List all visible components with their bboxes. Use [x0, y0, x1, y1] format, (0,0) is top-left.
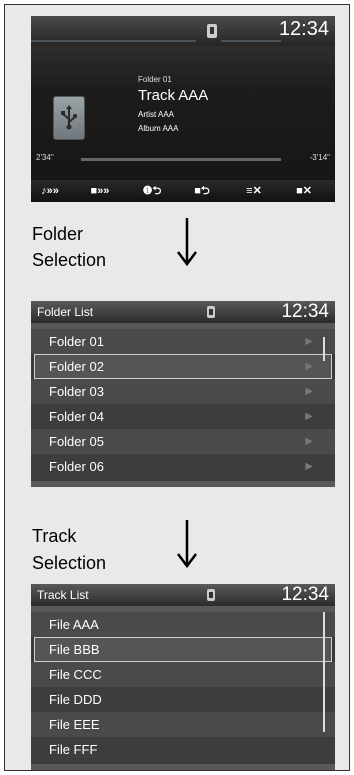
folder-rows: Folder 01 ▶ Folder 02 ▶ Folder 03 ▶ Folder …	[31, 329, 335, 479]
folder-list-header: Folder List 12:34	[31, 301, 335, 323]
list-item[interactable]: File FFF	[31, 737, 335, 762]
track-item-label: File BBB	[49, 642, 100, 657]
folder-list-title: Folder List	[37, 305, 94, 319]
caption-track-line1: Track	[32, 526, 77, 546]
caption-track-line2: Selection	[32, 553, 107, 573]
folder-seek-button[interactable]: ■»»	[83, 183, 117, 199]
list-item[interactable]: Folder 01 ▶	[31, 329, 335, 354]
list-bottom-band	[31, 481, 335, 487]
track-title: Track AAA	[138, 87, 209, 104]
chevron-right-icon: ▶	[305, 436, 313, 447]
chevron-right-icon: ▶	[305, 386, 313, 397]
track-item-label: File AAA	[49, 617, 99, 632]
chevron-right-icon: ▶	[305, 336, 313, 347]
folder-shuffle-button[interactable]: ■✕	[287, 183, 321, 199]
usb-status-icon	[207, 589, 215, 601]
list-item[interactable]: Folder 05 ▶	[31, 429, 335, 454]
list-bottom-band	[31, 764, 335, 770]
folder-item-label: Folder 03	[49, 384, 104, 399]
track-list-header: Track List 12:34	[31, 584, 335, 606]
progress-bar	[81, 158, 281, 161]
scrollbar[interactable]	[323, 337, 325, 361]
clock: 12:34	[278, 18, 329, 40]
scrollbar[interactable]	[323, 612, 325, 732]
down-arrow-icon	[177, 218, 197, 267]
shuffle-button[interactable]: ≡✕	[237, 183, 271, 199]
list-item[interactable]: Folder 06 ▶	[31, 454, 335, 479]
track-list-screen: Track List 12:34 File AAA File BBB File …	[31, 584, 335, 770]
caption-folder-line1: Folder	[32, 224, 84, 244]
elapsed-time: 2'34"	[36, 153, 54, 162]
folder-item-label: Folder 02	[49, 359, 104, 374]
chevron-right-icon: ▶	[305, 461, 313, 472]
status-line-right	[221, 40, 281, 42]
list-item[interactable]: Folder 04 ▶	[31, 404, 335, 429]
album-name: Album AAA	[138, 124, 179, 133]
list-item-selected[interactable]: File BBB	[34, 637, 332, 662]
track-item-label: File FFF	[49, 742, 98, 757]
chevron-right-icon: ▶	[305, 411, 313, 422]
track-item-label: File DDD	[49, 692, 102, 707]
down-arrow-icon	[177, 520, 197, 569]
list-item-selected[interactable]: Folder 02 ▶	[34, 354, 332, 379]
usb-source-icon	[53, 96, 85, 140]
folder-item-label: Folder 06	[49, 459, 104, 474]
folder-repeat-button[interactable]: ■⮌	[185, 183, 219, 199]
track-item-label: File EEE	[49, 717, 100, 732]
list-item[interactable]: File AAA	[31, 612, 335, 637]
usb-status-icon	[207, 24, 217, 38]
track-list-title: Track List	[37, 588, 89, 602]
repeat-one-button[interactable]: ❶⮌	[135, 183, 169, 199]
track-rows: File AAA File BBB File CCC File DDD File…	[31, 612, 335, 762]
folder-item-label: Folder 04	[49, 409, 104, 424]
list-item[interactable]: File CCC	[31, 662, 335, 687]
folder-name: Folder 01	[138, 75, 172, 84]
control-bar: ♪»» ■»» ❶⮌ ■⮌ ≡✕ ■✕	[31, 180, 335, 202]
track-seek-button[interactable]: ♪»»	[33, 183, 67, 199]
clock: 12:34	[281, 584, 329, 605]
folder-item-label: Folder 05	[49, 434, 104, 449]
clock: 12:34	[281, 301, 329, 322]
list-item[interactable]: Folder 03 ▶	[31, 379, 335, 404]
playback-screen: 12:34 Folder 01 Track AAA Artist AAA Alb…	[31, 16, 335, 202]
usb-status-icon	[207, 306, 215, 318]
folder-list-screen: Folder List 12:34 Folder 01 ▶ Folder 02 ▶ …	[31, 301, 335, 487]
remaining-time: -3'14"	[309, 153, 330, 162]
list-item[interactable]: File DDD	[31, 687, 335, 712]
status-line-left	[31, 40, 196, 42]
chevron-right-icon: ▶	[305, 361, 313, 372]
folder-item-label: Folder 01	[49, 334, 104, 349]
track-item-label: File CCC	[49, 667, 102, 682]
artist-name: Artist AAA	[138, 110, 175, 119]
caption-folder-line2: Selection	[32, 250, 107, 270]
list-item[interactable]: File EEE	[31, 712, 335, 737]
